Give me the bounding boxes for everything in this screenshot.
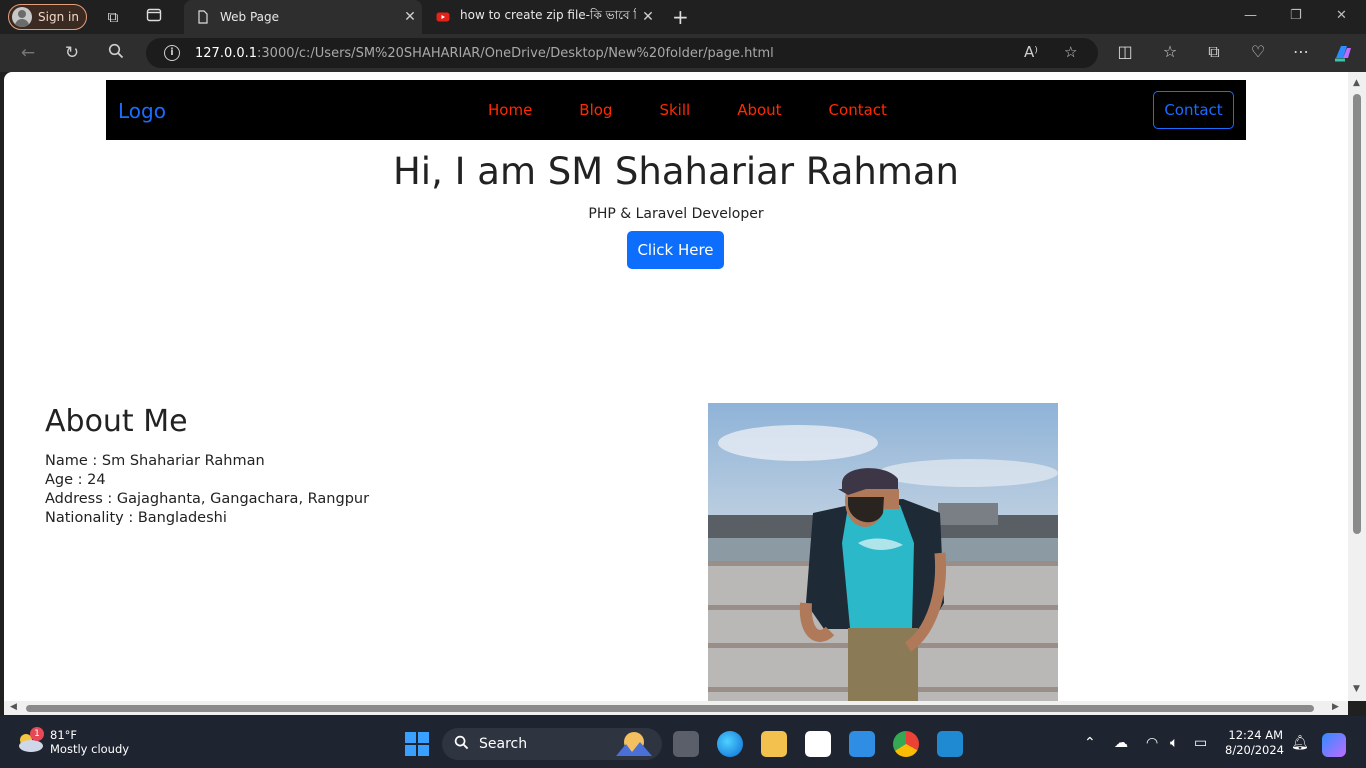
site-info-icon[interactable]: i [164,45,180,61]
copilot-icon[interactable] [1332,42,1354,68]
nav-link-contact[interactable]: Contact [829,101,887,119]
favorites-icon[interactable]: ☆ [1159,42,1181,61]
about-details: Name : Sm Shahariar Rahman Age : 24 Addr… [45,452,369,528]
battery-icon[interactable]: ▭ [1194,735,1207,751]
search-glyph [108,43,124,59]
horizontal-scrollbar[interactable]: ◀ ▶ [4,701,1348,715]
scroll-left-icon[interactable]: ◀ [10,702,17,712]
horizontal-scroll-thumb[interactable] [26,705,1314,712]
search-highlight-icon [616,732,652,756]
weather-temp: 81°F [50,728,77,742]
volume-icon[interactable]: 🔈︎ [1170,735,1178,751]
weather-badge: 1 [30,727,44,741]
search-label: Search [479,736,528,752]
show-hidden-icons-icon[interactable]: ⌃ [1084,735,1096,751]
copilot-taskbar-icon[interactable] [1322,733,1346,757]
workspaces-icon[interactable]: ⧉ [103,7,123,27]
tab-actions-icon[interactable] [144,7,164,27]
weather-widget[interactable]: 1 81°F Mostly cloudy [16,727,130,756]
tab-title: how to create zip file-কি ভাবে জি [460,8,636,22]
site-navbar: Logo Home Blog Skill About Contact Conta… [106,80,1246,140]
onedrive-icon[interactable]: ☁ [1114,735,1128,751]
close-tab-icon[interactable]: ✕ [398,9,422,25]
split-screen-icon[interactable]: ◫ [1114,42,1136,61]
microsoft-store-icon[interactable] [805,731,831,757]
nav-link-blog[interactable]: Blog [579,101,612,119]
task-view-icon[interactable] [673,731,699,757]
clock-time: 12:24 AM [1228,728,1283,742]
nav-link-about[interactable]: About [737,101,781,119]
refresh-icon[interactable]: ↻ [60,43,84,63]
wifi-icon[interactable]: ◠ [1146,735,1158,751]
profile-avatar-icon [12,7,32,27]
about-nationality: Nationality : Bangladeshi [45,510,227,526]
page-icon [198,10,208,24]
collections-icon[interactable]: ⧉ [1203,42,1225,62]
tab-youtube[interactable]: how to create zip file-কি ভাবে জি ✕ [424,0,660,34]
about-heading: About Me [45,404,188,439]
scroll-up-icon[interactable]: ▲ [1353,78,1360,88]
close-tab-icon[interactable]: ✕ [636,9,660,25]
contact-button[interactable]: Contact [1153,91,1234,129]
profile-photo [708,403,1058,701]
vertical-scrollbar[interactable]: ▲ ▼ [1348,72,1366,701]
system-clock[interactable]: 12:24 AM 8/20/2024 [1225,728,1284,758]
notifications-icon[interactable]: 🔔︎ [1291,735,1309,751]
youtube-icon [436,12,450,22]
nav-link-home[interactable]: Home [488,101,532,119]
click-here-button[interactable]: Click Here [627,231,724,269]
new-tab-icon[interactable]: + [672,5,689,29]
search-icon [454,735,469,754]
cloudy-weather-icon: 1 [16,727,44,753]
chrome-icon[interactable] [893,731,919,757]
file-explorer-icon[interactable] [761,731,787,757]
tab-web-page[interactable]: Web Page ✕ [184,0,422,34]
sign-in-button[interactable]: Sign in [8,4,87,30]
weather-description: Mostly cloudy [50,742,130,756]
browser-essentials-icon[interactable]: ♡ [1247,42,1269,61]
close-window-icon[interactable]: ✕ [1336,8,1347,23]
restore-icon[interactable]: ❐ [1290,8,1302,23]
address-bar[interactable]: i 127.0.0.1 :3000/c:/Users/SM%20SHAHARIA… [146,38,1098,68]
clock-date: 8/20/2024 [1225,743,1284,757]
edge-icon[interactable] [717,731,743,757]
url-path: :3000/c:/Users/SM%20SHAHARIAR/OneDrive/D… [257,45,774,61]
hero-subtitle: PHP & Laravel Developer [588,206,764,222]
copilot-glyph [1335,46,1351,62]
tab-strip: Sign in ⧉ Web Page ✕ how to create zip f… [0,0,1366,34]
tab-actions-glyph [146,8,162,22]
more-options-icon[interactable]: ⋯ [1290,42,1312,61]
search-icon[interactable] [104,43,128,64]
nav-link-skill[interactable]: Skill [659,101,690,119]
nav-menu: Home Blog Skill About Contact [488,101,934,119]
tab-title: Web Page [220,10,280,24]
taskbar-search[interactable]: Search [442,728,662,760]
about-address: Address : Gajaghanta, Gangachara, Rangpu… [45,491,370,507]
scroll-right-icon[interactable]: ▶ [1332,702,1339,712]
sign-in-label: Sign in [38,10,79,24]
mail-icon[interactable] [849,731,875,757]
about-name: Name : Sm Shahariar Rahman [45,453,265,469]
back-icon[interactable]: ← [16,43,40,63]
vscode-icon[interactable] [937,731,963,757]
scroll-down-icon[interactable]: ▼ [1353,684,1360,694]
read-aloud-icon[interactable]: A⁾ [1024,43,1038,61]
url-host: 127.0.0.1 [195,45,258,61]
site-logo[interactable]: Logo [118,99,166,123]
about-age: Age : 24 [45,472,106,488]
minimize-icon[interactable]: — [1244,8,1257,23]
favorite-star-icon[interactable]: ☆ [1064,43,1077,61]
windows-start-icon[interactable] [405,732,429,756]
hero-title: Hi, I am SM Shahariar Rahman [392,150,959,193]
vertical-scroll-thumb[interactable] [1353,94,1361,534]
profile-photo-image [708,403,1058,701]
page-viewport: Logo Home Blog Skill About Contact Conta… [4,72,1348,701]
search-glyph [454,735,469,749]
